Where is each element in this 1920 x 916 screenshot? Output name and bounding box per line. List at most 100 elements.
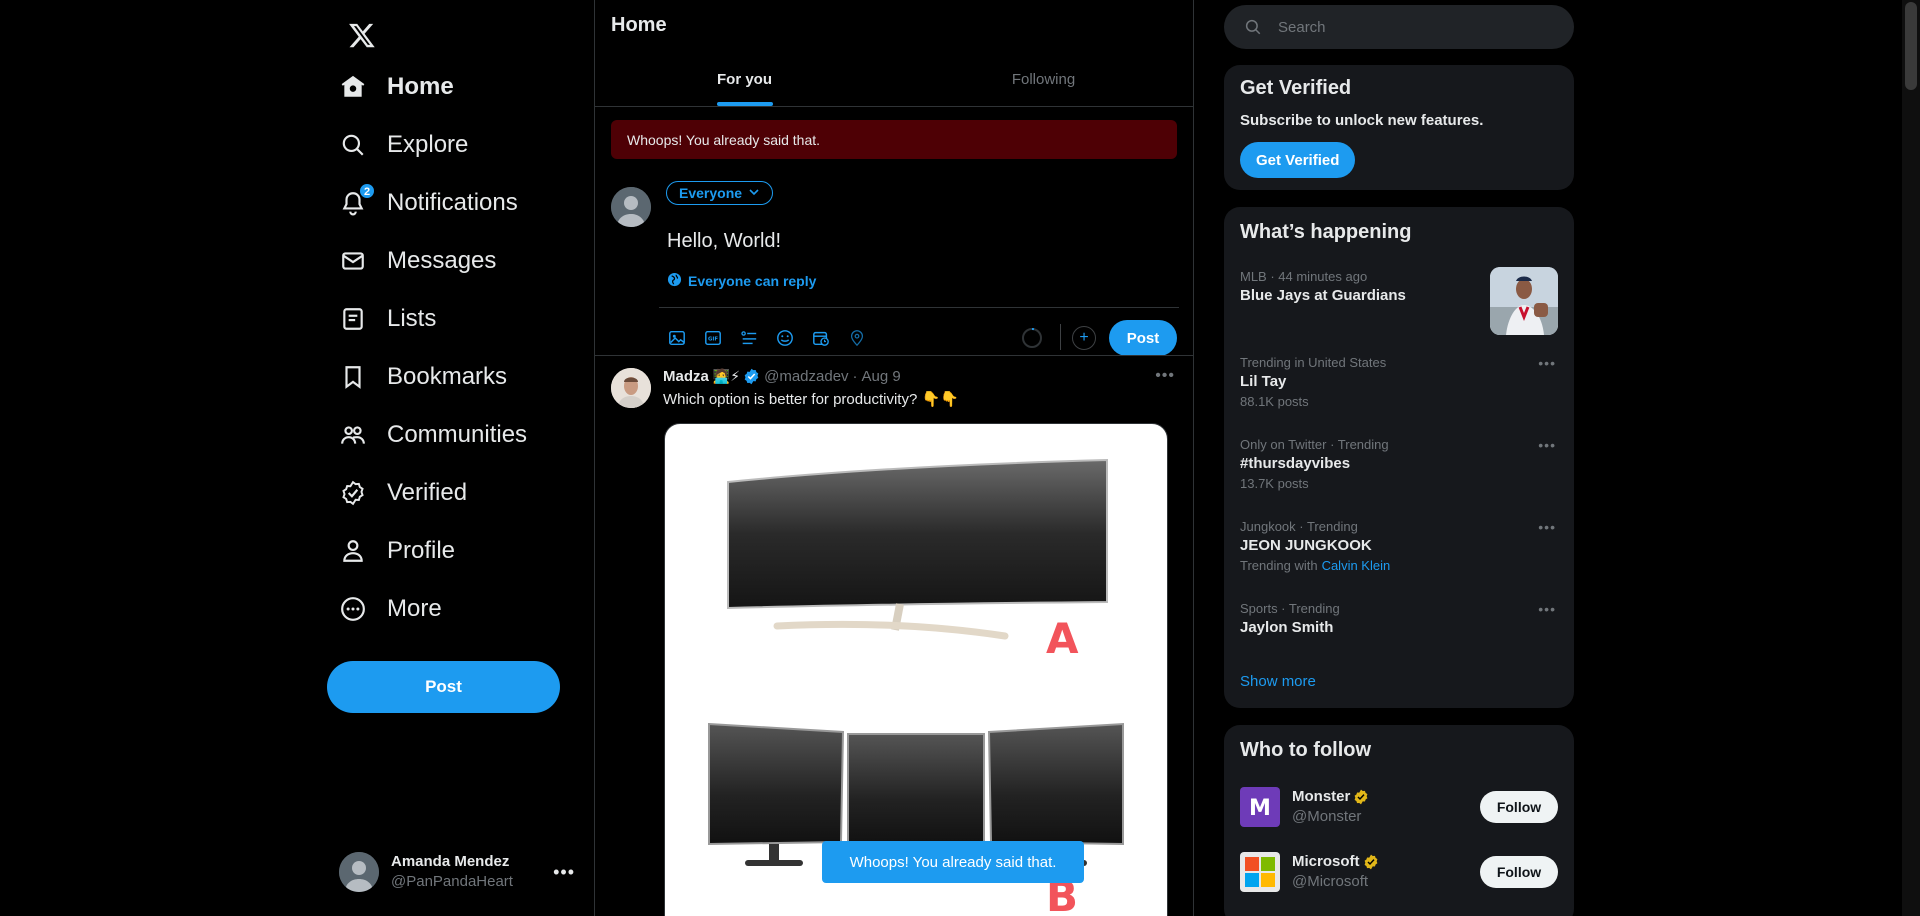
nav-item-lists[interactable]: Lists xyxy=(327,291,448,347)
microsoft-avatar xyxy=(1240,852,1280,892)
nav-item-home[interactable]: Home xyxy=(327,59,466,115)
timeline-tabs: For you Following xyxy=(595,53,1193,107)
tab-following[interactable]: Following xyxy=(894,53,1193,106)
compose-post-button[interactable]: Post xyxy=(1109,320,1177,356)
nav-item-communities[interactable]: Communities xyxy=(327,407,539,463)
get-verified-card: Get Verified Subscribe to unlock new fea… xyxy=(1224,65,1574,190)
trend-item[interactable]: Only on Twitter · Trending #thursdayvibe… xyxy=(1240,437,1558,491)
trend-count: Trending with Calvin Klein xyxy=(1240,558,1558,573)
search-input[interactable]: Search xyxy=(1278,19,1326,36)
suggestion-name: Monster xyxy=(1292,788,1351,805)
follow-button[interactable]: Follow xyxy=(1480,856,1558,888)
tweet-author-name[interactable]: Madza xyxy=(663,368,709,385)
nav-item-more[interactable]: More xyxy=(327,581,454,637)
follow-button[interactable]: Follow xyxy=(1480,791,1558,823)
trend-context: Trending in United States xyxy=(1240,355,1387,370)
scrollbar-thumb[interactable] xyxy=(1905,2,1917,90)
schedule-icon[interactable] xyxy=(803,325,839,351)
nav-label: Notifications xyxy=(387,189,518,216)
nav-item-verified[interactable]: Verified xyxy=(327,465,479,521)
tweet-handle[interactable]: @madzadev xyxy=(764,368,848,385)
more-circle-icon xyxy=(339,595,367,623)
search-icon xyxy=(1244,18,1262,36)
trend-more-icon[interactable]: ••• xyxy=(1538,355,1556,371)
image-icon[interactable] xyxy=(659,325,695,351)
tab-for-you[interactable]: For you xyxy=(595,53,894,106)
trend-count: 88.1K posts xyxy=(1240,394,1309,409)
trend-item[interactable]: Sports · Trending Jaylon Smith ••• xyxy=(1240,601,1558,636)
nav-item-notifications[interactable]: 2 Notifications xyxy=(327,175,530,231)
compose-textarea[interactable]: Hello, World! xyxy=(667,230,781,253)
x-logo-icon[interactable] xyxy=(337,10,387,60)
composer-toolbar: GIF xyxy=(659,325,875,351)
show-more-link[interactable]: Show more xyxy=(1240,673,1316,690)
tweet-more-icon[interactable]: ••• xyxy=(1155,367,1175,385)
trend-link[interactable]: Calvin Klein xyxy=(1322,558,1391,573)
follow-suggestion[interactable]: M Monster @Monster Follow xyxy=(1240,787,1558,827)
trend-item[interactable]: Trending in United States Lil Tay 88.1K … xyxy=(1240,355,1558,409)
location-icon[interactable] xyxy=(839,325,875,351)
trend-context: Jungkook · Trending xyxy=(1240,519,1358,534)
tweet-header: Madza 🧑‍💻⚡ @madzadev · Aug 9 xyxy=(663,368,901,385)
home-icon xyxy=(339,73,367,101)
nav-item-messages[interactable]: Messages xyxy=(327,233,508,289)
tweet-date[interactable]: Aug 9 xyxy=(862,368,901,385)
emoji-icon[interactable] xyxy=(767,325,803,351)
get-verified-button[interactable]: Get Verified xyxy=(1240,142,1356,178)
gold-verified-icon xyxy=(1353,789,1369,805)
trend-more-icon[interactable]: ••• xyxy=(1538,519,1556,535)
right-sidebar: Search Get Verified Subscribe to unlock … xyxy=(1224,0,1574,916)
separator-dot: · xyxy=(852,368,858,385)
audience-label: Everyone xyxy=(679,185,743,201)
audience-selector[interactable]: Everyone xyxy=(666,181,774,205)
divider xyxy=(1060,324,1061,350)
nav-label: Profile xyxy=(387,537,456,564)
toast-notification: Whoops! You already said that. xyxy=(822,841,1084,883)
more-dots-icon[interactable]: ••• xyxy=(553,862,575,883)
monster-avatar: M xyxy=(1240,787,1280,827)
globe-icon xyxy=(667,272,682,290)
trend-thumbnail[interactable] xyxy=(1490,267,1558,335)
add-post-button[interactable]: + xyxy=(1072,326,1096,350)
nav-item-bookmarks[interactable]: Bookmarks xyxy=(327,349,519,405)
trend-context: Only on Twitter · Trending xyxy=(1240,437,1389,452)
poll-icon[interactable] xyxy=(731,325,767,351)
trend-title: Jaylon Smith xyxy=(1240,619,1334,636)
reply-setting-label: Everyone can reply xyxy=(688,273,817,289)
account-handle: @PanPandaHeart xyxy=(391,873,513,890)
follow-suggestion[interactable]: Microsoft @Microsoft Follow xyxy=(1240,852,1558,892)
left-sidebar: Home Explore 2 Notifications Messages Li… xyxy=(327,0,595,916)
composer-avatar[interactable] xyxy=(611,187,651,227)
scrollbar[interactable] xyxy=(1902,0,1920,916)
author-emoji: 🧑‍💻⚡ xyxy=(712,368,741,384)
tweet-avatar[interactable] xyxy=(611,368,651,408)
trend-title: Lil Tay xyxy=(1240,373,1287,390)
trend-item[interactable]: Jungkook · Trending JEON JUNGKOOK Trendi… xyxy=(1240,519,1558,573)
error-banner: Whoops! You already said that. xyxy=(611,120,1177,159)
account-name: Amanda Mendez xyxy=(391,853,510,870)
svg-text:GIF: GIF xyxy=(708,337,718,343)
nav-item-explore[interactable]: Explore xyxy=(327,117,480,173)
verified-check-icon xyxy=(743,368,760,385)
search-bar[interactable]: Search xyxy=(1224,5,1574,49)
gif-icon[interactable]: GIF xyxy=(695,325,731,351)
card-title: Who to follow xyxy=(1240,739,1372,761)
trend-more-icon[interactable]: ••• xyxy=(1538,601,1556,617)
page-title: Home xyxy=(611,14,667,36)
card-title: Get Verified xyxy=(1240,77,1352,99)
suggestion-handle: @Monster xyxy=(1292,808,1362,825)
trend-more-icon[interactable]: ••• xyxy=(1538,437,1556,453)
reply-setting-button[interactable]: Everyone can reply xyxy=(667,272,816,290)
account-switcher[interactable]: Amanda Mendez @PanPandaHeart ••• xyxy=(327,840,595,904)
nav-label: Communities xyxy=(387,421,528,448)
divider xyxy=(595,355,1193,356)
envelope-icon xyxy=(339,247,367,275)
nav-item-profile[interactable]: Profile xyxy=(327,523,467,579)
bell-icon: 2 xyxy=(339,183,375,217)
card-subtitle: Subscribe to unlock new features. xyxy=(1240,112,1484,129)
bookmark-icon xyxy=(339,363,367,391)
divider xyxy=(659,307,1179,308)
post-button[interactable]: Post xyxy=(327,661,560,713)
nav-label: Verified xyxy=(387,479,468,506)
nav-label: Lists xyxy=(387,305,437,332)
